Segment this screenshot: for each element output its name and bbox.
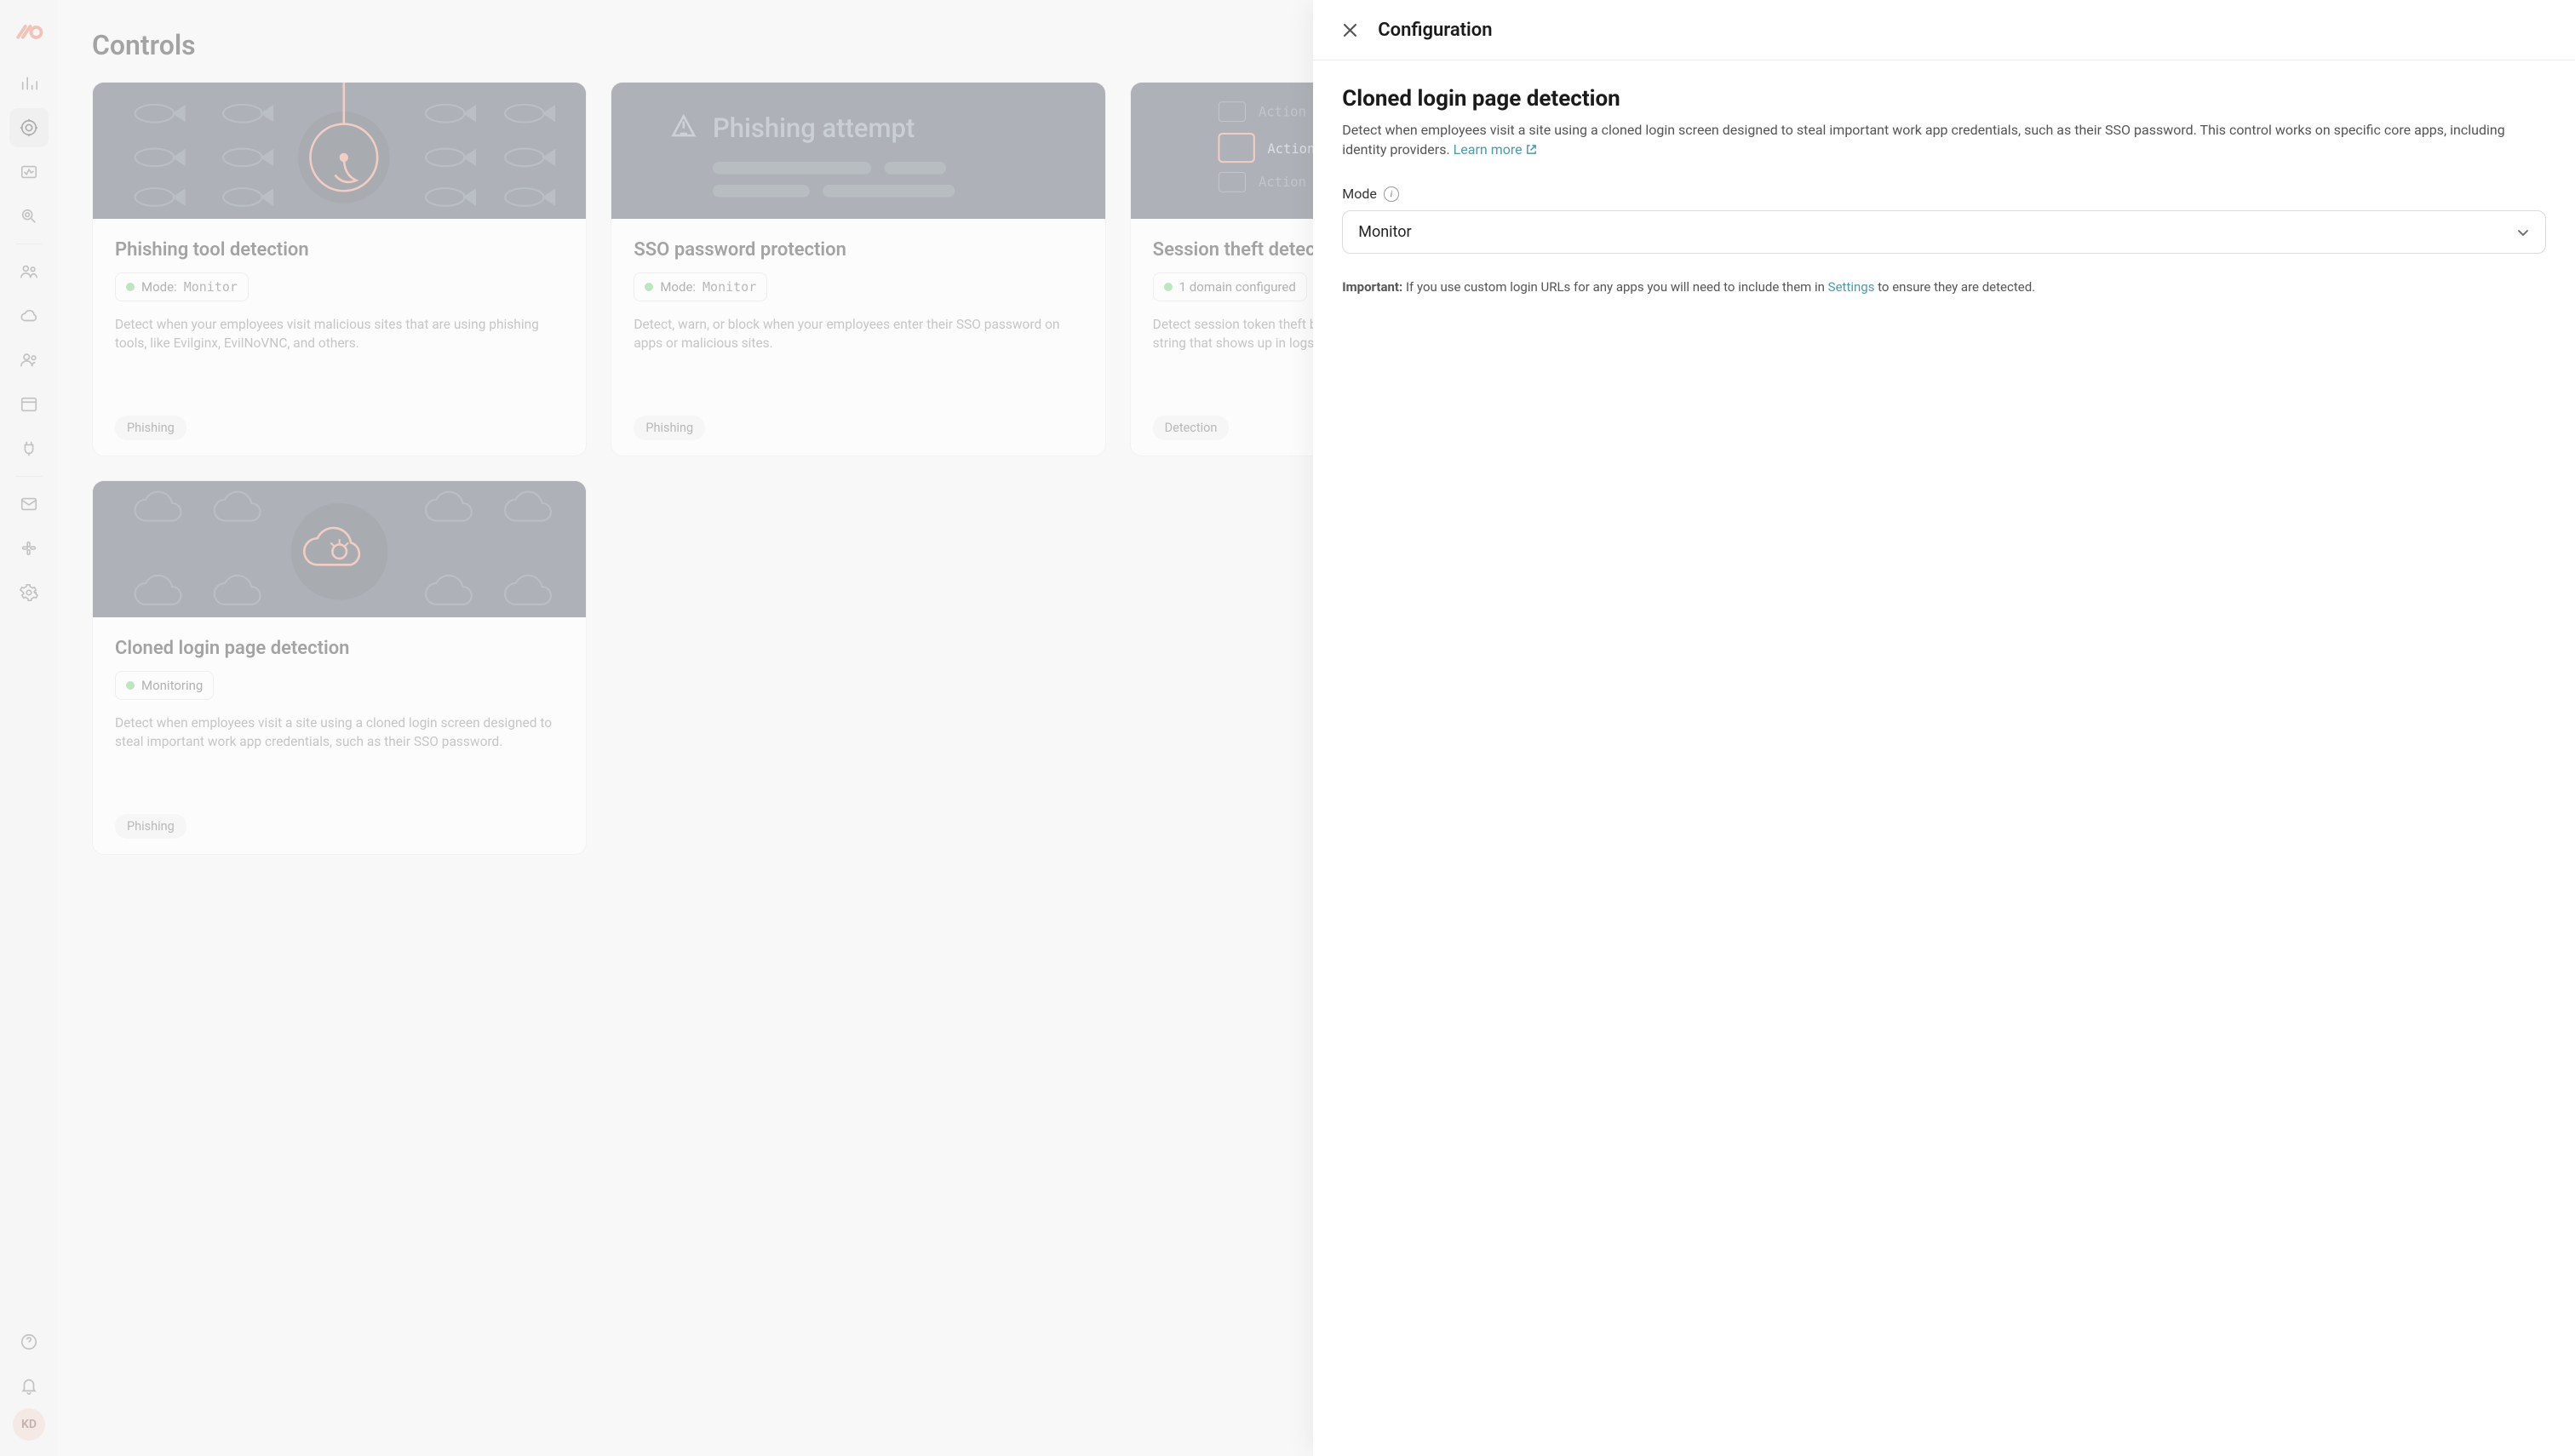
config-note: Important: If you use custom login URLs … — [1342, 278, 2546, 297]
external-link-icon — [1526, 140, 1537, 160]
mode-select-value: Monitor — [1358, 223, 1411, 241]
mode-select[interactable]: Monitor — [1342, 210, 2546, 254]
close-button[interactable] — [1339, 19, 1361, 41]
drawer-header: Configuration — [1313, 0, 2575, 60]
config-title: Cloned login page detection — [1342, 86, 2546, 112]
settings-link[interactable]: Settings — [1828, 279, 1875, 295]
close-icon — [1344, 24, 1356, 37]
learn-more-link[interactable]: Learn more — [1454, 141, 1537, 158]
drawer-header-title: Configuration — [1378, 20, 1492, 41]
drawer-body: Cloned login page detection Detect when … — [1313, 60, 2575, 323]
chevron-down-icon — [2516, 226, 2530, 239]
info-icon[interactable]: i — [1384, 186, 1399, 202]
configuration-drawer: Configuration Cloned login page detectio… — [1313, 0, 2575, 1456]
mode-label: Mode i — [1342, 186, 2546, 202]
config-description: Detect when employees visit a site using… — [1342, 120, 2546, 160]
